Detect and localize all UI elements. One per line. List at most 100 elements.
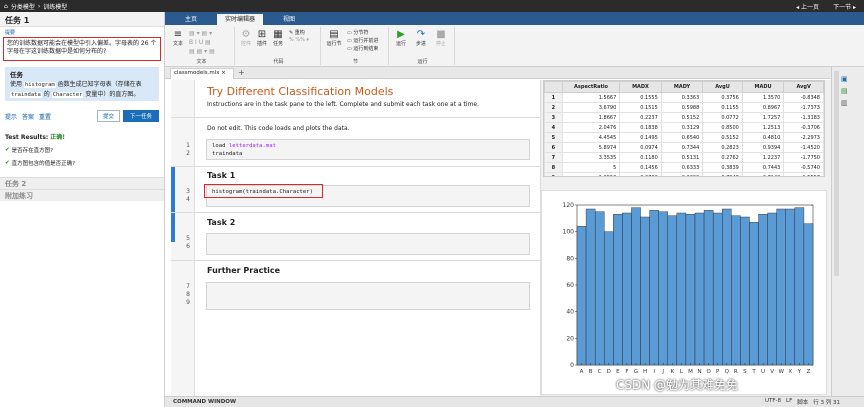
card-text-4: 变量中）的直方图。: [85, 91, 140, 98]
card-text-3: 的: [43, 91, 50, 98]
table-row[interactable]: 7 3.3535 0.1180 0.5131 0.2762 1.2237 -1.7750: [544, 152, 824, 163]
stop-button[interactable]: ■ 停止: [433, 29, 449, 47]
task1-heading: Task 1: [207, 171, 236, 180]
submit-button[interactable]: 提交: [96, 110, 120, 122]
histogram-bar: [649, 210, 659, 366]
load-code-block[interactable]: load letterdata.mat traindata: [206, 139, 530, 160]
histogram-bar: [767, 212, 777, 366]
table-cell: 0.1838: [619, 122, 662, 133]
home-icon[interactable]: ⌂: [4, 3, 8, 10]
run-section-button[interactable]: ▤ 运行节: [325, 29, 343, 47]
table-cell: 0.6540: [660, 132, 704, 143]
histogram-bar: [594, 211, 605, 366]
check-icon: ✔: [5, 160, 10, 166]
next-section-button[interactable]: 下一节 ▸: [833, 2, 856, 11]
table-header[interactable]: AvgU: [702, 81, 743, 93]
section-options[interactable]: ▭ 分节符 ▭ 运行并前进 ▭ 运行到结束: [347, 29, 389, 53]
table-row[interactable]: 4 2.0476 0.1838 0.3129 0.8500 1.2513 -0.3706: [544, 122, 824, 133]
hide-code-icon[interactable]: ▥: [841, 99, 848, 107]
histogram-chart: 0 20 40 60 80 100 120 A B C D E F G H I J K L M N O P Q R S T U V W X Y…: [563, 202, 814, 375]
table-row[interactable]: 1 1.5667 0.1555 0.3363 0.3756 1.3570 -0.8348: [544, 92, 824, 103]
x-tick-label: Q: [725, 369, 730, 375]
task-card-title: 任务: [10, 71, 23, 79]
table-row[interactable]: 3 1.8667 0.2237 0.5152 0.0772 1.7257 -1.3183: [544, 112, 824, 123]
control-button[interactable]: ⚙ 控件: [239, 29, 253, 47]
command-window-label[interactable]: COMMAND WINDOW: [173, 399, 236, 405]
check-item: ✔ 直方图包含的值是否正确?: [5, 159, 159, 167]
table-cell: 4.4545: [561, 132, 621, 143]
insert-button[interactable]: ⊞ 插件: [255, 29, 269, 47]
close-tab-icon[interactable]: ×: [221, 70, 226, 76]
card-code-histogram: histogram: [23, 82, 56, 88]
card-text-1: 使用: [10, 81, 23, 88]
prev-page-button[interactable]: ◂ 上一页: [796, 2, 819, 11]
table-row[interactable]: 91.65520.27060.36990.73480.7140-1.5557: [544, 172, 824, 176]
tab-live-editor[interactable]: 实时编辑器: [217, 14, 263, 25]
x-tick-label: M: [688, 369, 693, 375]
tab-home[interactable]: 主页: [171, 14, 211, 25]
table-header[interactable]: MADX: [619, 81, 662, 93]
breadcrumb-parent[interactable]: 分类模型: [11, 2, 35, 11]
table-header[interactable]: AspectRatio: [561, 81, 621, 93]
row-number: 1: [544, 92, 563, 103]
task2-code-block[interactable]: [206, 233, 530, 255]
histogram-bar: [703, 210, 714, 366]
hint-link[interactable]: 提示: [5, 112, 17, 121]
tab-view[interactable]: 视图: [269, 14, 309, 25]
x-tick-label: A: [580, 369, 584, 375]
run-to-end-button[interactable]: ▭ 运行到结束: [347, 45, 389, 53]
task-label: 任务: [272, 41, 283, 47]
task-2-heading[interactable]: 任务 2: [0, 177, 164, 189]
x-tick-label: J: [661, 369, 664, 375]
histogram-bar: [676, 212, 687, 366]
new-tab-icon[interactable]: +: [238, 68, 245, 77]
file-tab[interactable]: classmodels.mlx ×: [170, 68, 234, 79]
section-divider: [171, 212, 540, 213]
test-results: Test Results: 正确! ✔ 是否存在直方图? ✔ 直方图包含的值是否正确…: [5, 132, 159, 167]
reset-link[interactable]: 重置: [39, 112, 51, 121]
table-cell: 0.1495: [619, 132, 662, 143]
table-row[interactable]: 5 4.4545 0.1495 0.6540 0.5152 0.4810 -2.2973: [544, 132, 824, 143]
table-header[interactable]: MADY: [660, 81, 704, 93]
task-button[interactable]: ▦ 任务: [271, 29, 285, 47]
run-button[interactable]: ▶ 运行: [393, 29, 409, 47]
table-cell: 0.0772: [702, 112, 743, 123]
breadcrumb: ⌂ 分类模型 › 训练模型: [4, 2, 67, 11]
section-break-button[interactable]: ▭ 分节符: [347, 29, 389, 37]
output-inline-icon[interactable]: ▣: [841, 75, 848, 83]
right-toolstrip: ▣ ▤ ▥: [831, 67, 864, 396]
extra-practice-heading[interactable]: 附加练习: [0, 189, 164, 201]
table-row[interactable]: 6 5.8974 0.0974 0.7344 0.2823 0.9394 -1.4520: [544, 142, 824, 153]
task-pane: 任务 1 提要 您的训练数据可能会在模型中引入偏差。字母表的 26 个字母在字这…: [0, 12, 165, 407]
next-section-label: 下一节: [833, 3, 852, 11]
histogram-figure[interactable]: 0 20 40 60 80 100 120 A B C D E F G H I J K L M N O P Q R S T U V W X Y…: [541, 190, 827, 395]
table-row[interactable]: 2 3.6790 0.1515 0.5988 0.1155 0.8967 -1.7373: [544, 102, 824, 113]
histogram-bar: [667, 215, 678, 366]
next-task-button[interactable]: 下一任务: [122, 110, 159, 122]
x-tick-label: E: [616, 369, 620, 375]
text-button[interactable]: ≡ 文本: [171, 29, 185, 47]
output-right-icon[interactable]: ▤: [841, 87, 848, 95]
x-tick-label: C: [598, 369, 602, 375]
format-controls[interactable]: ▤ ▾ ▤ ▾ B I U ▤ ▤ ▤ ▾ ▤: [189, 29, 229, 56]
step-button[interactable]: ↷ 步进: [413, 29, 429, 47]
line-number: 9: [186, 299, 190, 306]
watermark: CSDN @勉为其难免免: [616, 378, 739, 392]
run-advance-button[interactable]: ▭ 运行并前进: [347, 37, 389, 45]
table-row[interactable]: 8 5 0.1456 0.6333 0.3839 0.7443 -0.5740: [544, 162, 824, 173]
code-group: ⚙ 控件 ⊞ 插件 ▦ 任务 ✎ 重构% %% ▾ 代码: [237, 27, 321, 65]
further-practice-code-block[interactable]: [206, 282, 530, 310]
solution-link[interactable]: 答案: [22, 112, 34, 121]
breadcrumb-current: 训练模型: [43, 3, 68, 11]
table-header[interactable]: AvgV: [783, 81, 824, 93]
table-header[interactable]: [544, 81, 563, 93]
data-table[interactable]: AspectRatio MADX MADY AvgU MADU AvgV 1 1.5667 0…: [543, 80, 825, 177]
refactor-button[interactable]: ✎ 重构% %% ▾: [289, 30, 319, 44]
status-bar: COMMAND WINDOW UTF-8 LF 脚本 行 3 列 31: [165, 396, 864, 407]
table-cell: 0.5988: [660, 102, 704, 113]
table-header[interactable]: MADU: [741, 81, 785, 93]
stop-icon: ■: [436, 29, 446, 40]
instructions-text: Instructions are in the task pane to the…: [207, 101, 480, 108]
histogram-bar: [731, 215, 741, 366]
vertical-scrollbar[interactable]: [834, 71, 839, 276]
